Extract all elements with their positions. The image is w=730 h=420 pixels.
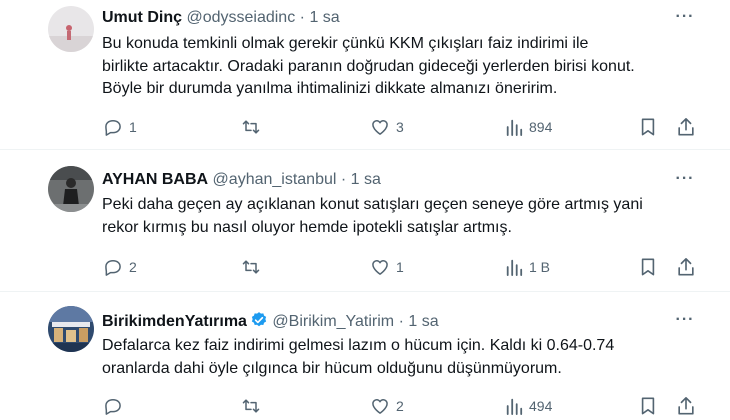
tweet-text: Defalarca kez faiz indirimi gelmesi lazı… xyxy=(102,335,614,380)
tweet-text-line: Peki daha geçen ay açıklanan konut satış… xyxy=(102,196,643,213)
tweet-text-line: oranlarda dahi öyle çılgınca bir hücum o… xyxy=(102,359,562,377)
tweet-3[interactable]: BirikimdenYatırıma @Birikim_Yatirim · 1 … xyxy=(0,292,730,420)
action-bar: 2 494 xyxy=(0,396,730,418)
share-button[interactable] xyxy=(676,257,696,277)
reply-count: 2 xyxy=(129,259,137,275)
reply-icon xyxy=(105,260,121,276)
retweet-icon xyxy=(242,120,260,134)
display-name[interactable]: Umut Dinç xyxy=(102,9,182,26)
more-icon[interactable]: ··· xyxy=(673,311,697,331)
share-icon xyxy=(678,397,694,415)
reply-icon xyxy=(105,120,121,136)
reply-button[interactable]: 1 xyxy=(103,117,137,137)
views-count: 1 B xyxy=(529,259,551,275)
like-button[interactable]: 2 xyxy=(370,396,404,416)
views-button[interactable]: 1 B xyxy=(505,257,550,277)
avatar[interactable] xyxy=(48,306,94,352)
action-bar: 2 1 1 B xyxy=(0,257,730,279)
like-count: 1 xyxy=(396,259,404,275)
views-icon xyxy=(506,119,523,136)
bookmark-icon xyxy=(641,258,655,276)
timestamp[interactable]: 1 sa xyxy=(351,171,381,188)
share-button[interactable] xyxy=(676,396,696,416)
user-handle[interactable]: @odysseiadinc xyxy=(186,9,295,26)
avatar[interactable] xyxy=(48,166,94,212)
views-button[interactable]: 894 xyxy=(505,117,552,137)
like-icon xyxy=(372,120,388,135)
tweet-text-line: Böyle bir durumda yanılma ihtimalinizi d… xyxy=(102,80,558,97)
avatar[interactable] xyxy=(48,6,94,52)
tweet-2[interactable]: AYHAN BABA @ayhan_istanbul · 1 sa ··· Pe… xyxy=(0,150,730,291)
like-count: 2 xyxy=(396,398,404,414)
share-icon xyxy=(678,118,694,136)
retweet-icon xyxy=(242,260,260,274)
views-icon xyxy=(506,259,523,276)
like-icon xyxy=(372,399,388,414)
tweet-text-line: rekor kırmış bu nasıl oluyor hemde ipote… xyxy=(102,218,512,236)
reply-count: 1 xyxy=(129,119,137,135)
retweet-button[interactable] xyxy=(240,257,268,277)
share-button[interactable] xyxy=(676,117,696,137)
reply-button[interactable] xyxy=(103,396,129,416)
like-icon xyxy=(372,260,388,275)
timestamp[interactable]: 1 sa xyxy=(408,313,438,330)
separator-dot: · xyxy=(299,9,305,26)
user-handle[interactable]: @Birikim_Yatirim xyxy=(272,313,394,330)
reply-button[interactable]: 2 xyxy=(103,257,137,277)
bookmark-button[interactable] xyxy=(639,117,657,137)
reply-icon xyxy=(105,399,121,415)
timestamp[interactable]: 1 sa xyxy=(309,9,339,26)
display-name[interactable]: BirikimdenYatırıma xyxy=(102,313,247,330)
bookmark-icon xyxy=(641,397,655,415)
user-handle[interactable]: @ayhan_istanbul xyxy=(213,171,337,188)
like-button[interactable]: 1 xyxy=(370,257,404,277)
views-count: 494 xyxy=(529,398,553,414)
bookmark-button[interactable] xyxy=(639,257,657,277)
like-button[interactable]: 3 xyxy=(370,117,404,137)
retweet-button[interactable] xyxy=(240,396,268,416)
more-icon[interactable]: ··· xyxy=(673,8,697,28)
tweet-text-line: Defalarca kez faiz indirimi gelmesi lazı… xyxy=(102,337,615,354)
tweet-text-line: Bu konuda temkinli olmak gerekir çünkü K… xyxy=(102,35,589,52)
bookmark-icon xyxy=(641,118,655,136)
share-icon xyxy=(678,258,694,276)
more-icon[interactable]: ··· xyxy=(673,170,697,190)
tweet-text: Bu konuda temkinli olmak gerekir çünkü K… xyxy=(102,33,635,101)
separator-dot: · xyxy=(398,313,404,330)
views-icon xyxy=(506,398,523,415)
bookmark-button[interactable] xyxy=(639,396,657,416)
tweet-1[interactable]: Umut Dinç @odysseiadinc · 1 sa ··· Bu ko… xyxy=(0,0,730,149)
retweet-button[interactable] xyxy=(240,117,268,137)
action-bar: 1 3 894 xyxy=(0,117,730,139)
views-button[interactable]: 494 xyxy=(505,396,552,416)
retweet-icon xyxy=(242,399,260,413)
views-count: 894 xyxy=(529,119,553,135)
separator-dot: · xyxy=(340,171,347,188)
verified-icon xyxy=(250,311,268,335)
tweet-text-line: birlikte artacaktır. Oradaki paranın doğ… xyxy=(102,57,635,75)
display-name[interactable]: AYHAN BABA xyxy=(102,171,208,188)
like-count: 3 xyxy=(396,119,404,135)
tweet-text: Peki daha geçen ay açıklanan konut satış… xyxy=(102,194,643,239)
